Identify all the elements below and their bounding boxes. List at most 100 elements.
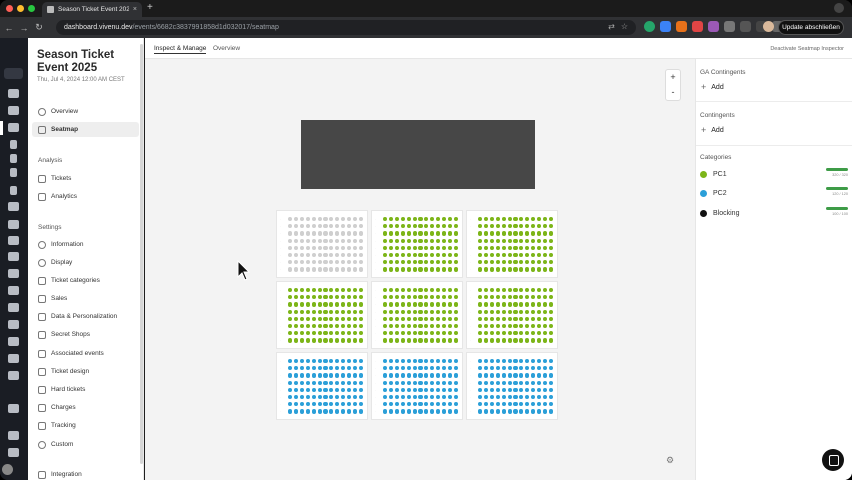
seat[interactable] (288, 231, 293, 236)
seat[interactable] (531, 338, 536, 343)
seat[interactable] (513, 366, 518, 371)
seat[interactable] (293, 387, 299, 392)
seat[interactable] (347, 302, 352, 307)
seat[interactable] (400, 253, 405, 258)
seat[interactable] (394, 267, 399, 272)
seat[interactable] (430, 217, 435, 222)
seat[interactable] (525, 387, 530, 392)
seat[interactable] (317, 238, 322, 243)
seat[interactable] (299, 380, 304, 385)
seat[interactable] (418, 231, 423, 236)
seat[interactable] (495, 302, 500, 307)
seat[interactable] (299, 295, 304, 300)
seat[interactable] (394, 409, 399, 414)
seat[interactable] (519, 245, 524, 250)
seat[interactable] (542, 380, 548, 385)
seat[interactable] (335, 267, 340, 272)
seat[interactable] (400, 295, 405, 300)
seat[interactable] (501, 387, 506, 392)
seat[interactable] (299, 245, 304, 250)
seat[interactable] (329, 238, 334, 243)
sidebar-item-data-personalization[interactable]: Data & Personalization (32, 309, 139, 324)
seat[interactable] (442, 373, 447, 378)
seat[interactable] (483, 231, 489, 236)
seat[interactable] (383, 295, 388, 300)
seat[interactable] (394, 224, 399, 229)
seat[interactable] (305, 331, 310, 336)
seat[interactable] (412, 373, 417, 378)
rail-nav-icon[interactable] (8, 236, 19, 245)
seat-block[interactable]: · · · · · · · · (371, 281, 463, 349)
seat[interactable] (293, 260, 299, 265)
seat[interactable] (358, 380, 363, 385)
sidebar-item-information[interactable]: Information (32, 237, 139, 252)
seat[interactable] (483, 224, 489, 229)
seat[interactable] (418, 302, 423, 307)
seat[interactable] (424, 231, 429, 236)
seat[interactable] (507, 409, 512, 414)
seat[interactable] (288, 409, 293, 414)
seat[interactable] (329, 253, 334, 258)
seat[interactable] (317, 316, 322, 321)
seat[interactable] (293, 309, 299, 314)
seat[interactable] (478, 387, 483, 392)
seat[interactable] (548, 366, 553, 371)
seat[interactable] (519, 238, 524, 243)
seat[interactable] (317, 387, 322, 392)
seat[interactable] (436, 324, 441, 329)
seat[interactable] (383, 409, 388, 414)
seat[interactable] (495, 366, 500, 371)
seat[interactable] (537, 316, 542, 321)
seat[interactable] (531, 316, 536, 321)
seat[interactable] (525, 288, 530, 293)
seat[interactable] (352, 387, 358, 392)
seat[interactable] (358, 309, 363, 314)
sidebar-item-sales[interactable]: Sales (32, 291, 139, 306)
seat[interactable] (453, 245, 458, 250)
seat[interactable] (412, 331, 417, 336)
seat[interactable] (335, 245, 340, 250)
seat[interactable] (495, 331, 500, 336)
seat[interactable] (400, 331, 405, 336)
seat[interactable] (442, 409, 447, 414)
seat[interactable] (478, 309, 483, 314)
seat[interactable] (542, 395, 548, 400)
zoom-in-button[interactable]: + (666, 70, 680, 85)
seat[interactable] (335, 295, 340, 300)
seat[interactable] (453, 253, 458, 258)
seat-block[interactable]: · · · · · · · · (466, 352, 558, 420)
sidebar-item-integration[interactable]: Integration (32, 467, 139, 480)
seat[interactable] (329, 231, 334, 236)
seat[interactable] (347, 253, 352, 258)
seat[interactable] (447, 395, 453, 400)
seat[interactable] (483, 395, 489, 400)
seat[interactable] (478, 295, 483, 300)
seat[interactable] (317, 409, 322, 414)
seat[interactable] (323, 395, 328, 400)
seat[interactable] (400, 224, 405, 229)
seat[interactable] (335, 260, 340, 265)
seat[interactable] (424, 260, 429, 265)
seat[interactable] (299, 288, 304, 293)
seat[interactable] (400, 288, 405, 293)
seat[interactable] (436, 402, 441, 407)
seat[interactable] (447, 331, 453, 336)
seat[interactable] (418, 217, 423, 222)
seatmap-canvas[interactable]: + - · · · · · · · · · · · · · · · · · · · · · · · · · · · · · · · · · · · ·… (145, 59, 695, 480)
seat[interactable] (548, 217, 553, 222)
seat[interactable] (311, 338, 316, 343)
seat[interactable] (358, 245, 363, 250)
seat[interactable] (548, 395, 553, 400)
seat[interactable] (447, 302, 453, 307)
seat[interactable] (442, 302, 447, 307)
seat[interactable] (394, 231, 399, 236)
seat[interactable] (394, 331, 399, 336)
seat[interactable] (323, 245, 328, 250)
seat[interactable] (323, 253, 328, 258)
seat[interactable] (323, 373, 328, 378)
seat[interactable] (335, 288, 340, 293)
seat[interactable] (430, 373, 435, 378)
seat[interactable] (519, 324, 524, 329)
seat[interactable] (537, 295, 542, 300)
seat[interactable] (311, 253, 316, 258)
